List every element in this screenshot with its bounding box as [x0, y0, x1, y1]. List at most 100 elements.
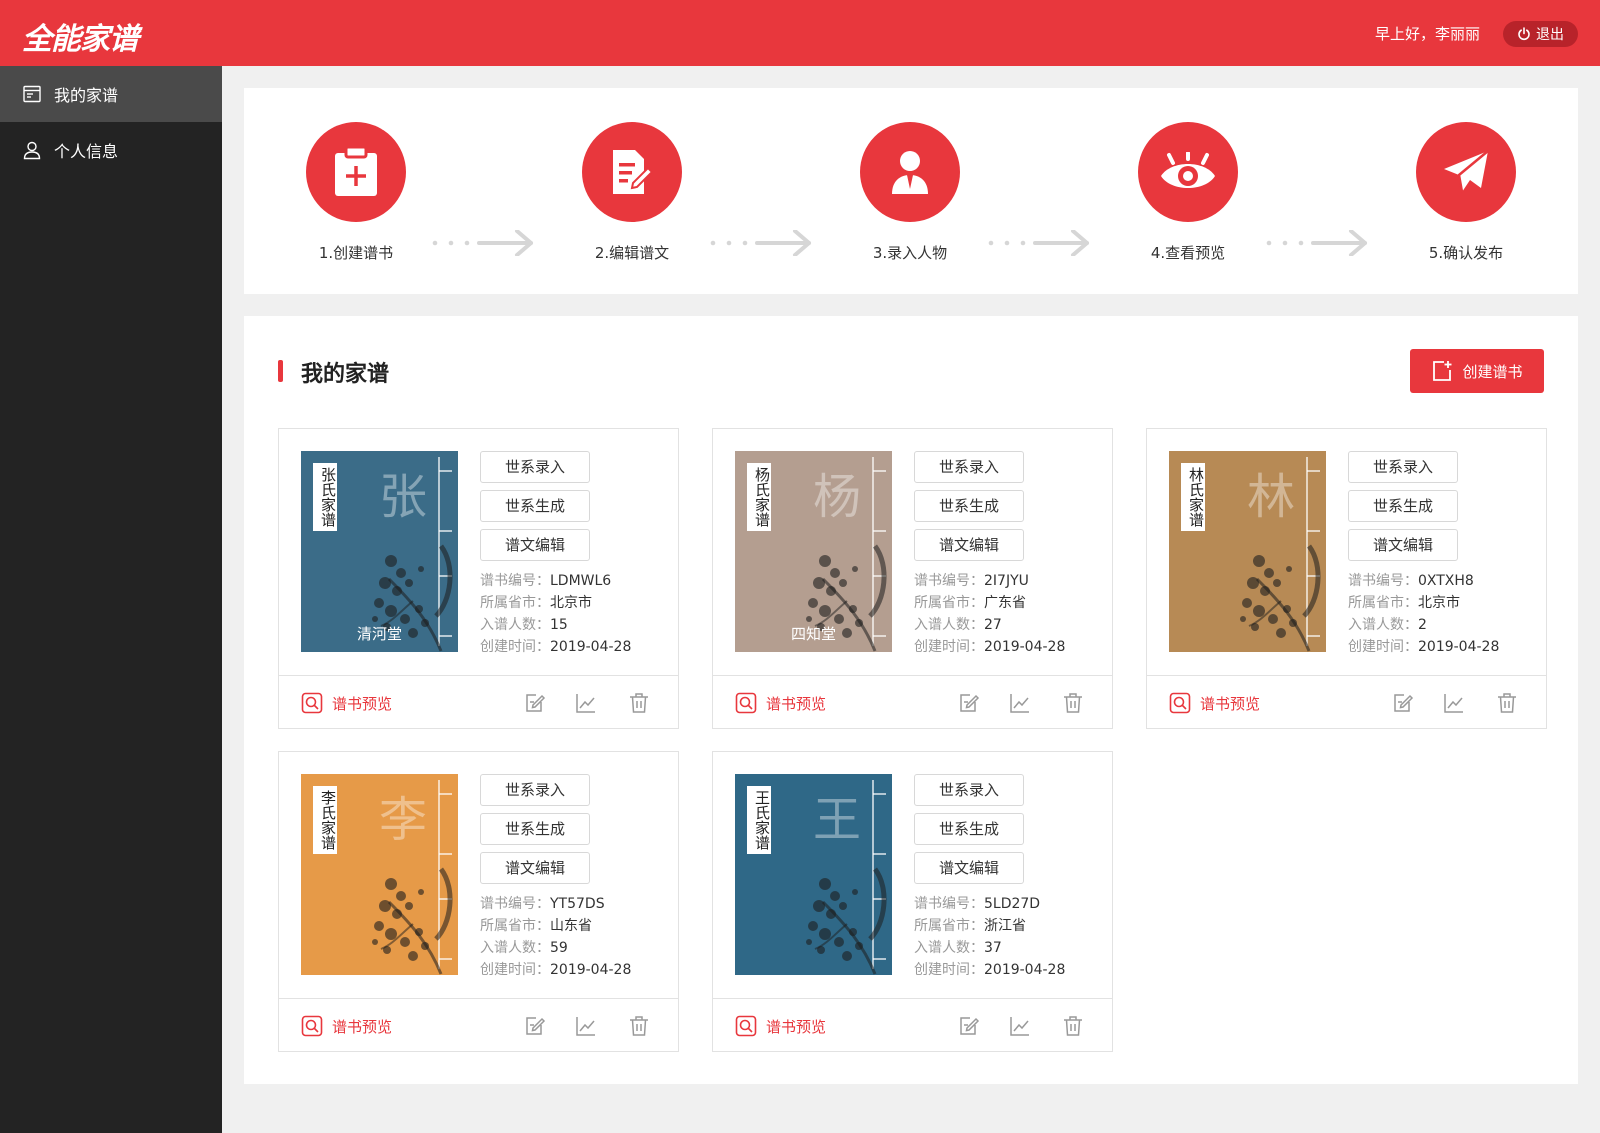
chart-icon[interactable]: [1443, 692, 1465, 714]
book-card: 杨氏家谱杨四知堂 世系录入 世系生成 谱文编辑 谱书编号：2I7JYU 所属省市：广东省入…: [712, 428, 1113, 729]
trash-icon[interactable]: [628, 1015, 650, 1037]
book-card: 林氏家谱林世系录入世系生成谱文编辑谱书编号：0XTXH8 所属省市：北京市入谱人数…: [1146, 428, 1547, 729]
info-count-row: 入谱人数：59: [480, 937, 631, 959]
book-preview-link[interactable]: 谱书预览: [735, 692, 826, 714]
info-label: 入谱人数：: [480, 940, 550, 956]
info-label: 所属省市：: [914, 595, 984, 611]
info-count-row: 入谱人数：2: [1348, 614, 1499, 636]
trash-icon[interactable]: [1062, 1015, 1084, 1037]
step-view-preview[interactable]: 4.查看预览: [1133, 122, 1243, 263]
lineage-entry-button[interactable]: 世系录入: [480, 774, 590, 806]
info-code-row: 谱书编号：2I7JYU: [914, 570, 1065, 592]
lineage-generate-button[interactable]: 世系生成: [1348, 490, 1458, 522]
step-create-book[interactable]: 1.创建谱书: [301, 122, 411, 263]
edit-icon[interactable]: [524, 1015, 546, 1037]
logout-button[interactable]: 退出: [1503, 21, 1578, 47]
card-action-buttons: 世系录入世系生成谱文编辑: [1348, 451, 1458, 568]
chart-icon[interactable]: [575, 692, 597, 714]
book-cover[interactable]: 杨氏家谱 杨四知堂: [735, 451, 892, 652]
step-confirm-publish[interactable]: 5.确认发布: [1411, 122, 1521, 263]
book-cover[interactable]: 林氏家谱 林: [1169, 451, 1326, 652]
info-label: 谱书编号：: [480, 896, 550, 912]
card-action-buttons: 世系录入世系生成谱文编辑: [914, 774, 1024, 891]
preview-label: 谱书预览: [766, 1017, 827, 1036]
cover-title-tag: 张氏家谱: [313, 463, 337, 531]
text-edit-button[interactable]: 谱文编辑: [480, 529, 590, 561]
book-preview-link[interactable]: 谱书预览: [301, 692, 392, 714]
info-code-row: 谱书编号：5LD27D: [914, 893, 1065, 915]
step-enter-people[interactable]: 3.录入人物: [855, 122, 965, 263]
text-edit-button[interactable]: 谱文编辑: [914, 852, 1024, 884]
edit-icon[interactable]: [958, 1015, 980, 1037]
trash-icon[interactable]: [1062, 692, 1084, 714]
card-action-buttons: 世系录入世系生成谱文编辑: [480, 451, 590, 568]
step-edit-text[interactable]: 2.编辑谱文: [577, 122, 687, 263]
info-label: 所属省市：: [1348, 595, 1418, 611]
info-label: 入谱人数：: [914, 617, 984, 633]
book-card: 张氏家谱张清河堂 世系录入世系生成谱文编辑谱书编号：LDMWL6 所属省市：北京市入…: [278, 428, 679, 729]
edit-icon[interactable]: [958, 692, 980, 714]
lineage-generate-button[interactable]: 世系生成: [914, 490, 1024, 522]
app-logo[interactable]: 全能家谱: [22, 14, 139, 58]
create-book-button[interactable]: 创建谱书: [1410, 349, 1544, 393]
sidebar-item-my-genealogy[interactable]: 我的家谱: [0, 66, 222, 122]
trash-icon[interactable]: [1496, 692, 1518, 714]
preview-search-icon: [1169, 692, 1191, 714]
text-edit-button[interactable]: 谱文编辑: [480, 852, 590, 884]
step-arrow-icon: [432, 230, 533, 256]
book-province: 广东省: [984, 595, 1026, 611]
book-code: 2I7JYU: [984, 573, 1029, 589]
cover-title-tag: 杨氏家谱: [747, 463, 771, 531]
info-label: 谱书编号：: [1348, 573, 1418, 589]
step-label: 5.确认发布: [1428, 244, 1504, 262]
edit-icon[interactable]: [524, 692, 546, 714]
book-created-date: 2019-04-28: [984, 962, 1066, 978]
book-info: 谱书编号：5LD27D 所属省市：浙江省 入谱人数：37 创建时间：2019-04-2…: [914, 893, 1065, 981]
book-cover[interactable]: 张氏家谱 张清河堂: [301, 451, 458, 652]
step-arrow-icon: [988, 230, 1089, 256]
cover-hall-name: 清河堂: [356, 625, 402, 643]
lineage-entry-button[interactable]: 世系录入: [480, 451, 590, 483]
cover-title-tag: 李氏家谱: [313, 786, 337, 854]
book-code: 0XTXH8: [1418, 573, 1474, 589]
info-label: 谱书编号：: [914, 573, 984, 589]
lineage-entry-button[interactable]: 世系录入: [914, 774, 1024, 806]
step-label: 2.编辑谱文: [594, 244, 670, 262]
chart-icon[interactable]: [1009, 1015, 1031, 1037]
lineage-generate-button[interactable]: 世系生成: [480, 490, 590, 522]
sidebar-item-personal-info[interactable]: 个人信息: [0, 122, 222, 178]
book-member-count: 2: [1418, 617, 1427, 633]
lineage-generate-button[interactable]: 世系生成: [914, 813, 1024, 845]
book-code: YT57DS: [550, 896, 605, 912]
book-preview-link[interactable]: 谱书预览: [301, 1015, 392, 1037]
book-cover[interactable]: 王氏家谱 王: [735, 774, 892, 975]
sidebar: 我的家谱 个人信息: [0, 66, 222, 1133]
trash-icon[interactable]: [628, 692, 650, 714]
my-genealogy-panel: 我的家谱 创建谱书 张氏家谱张清河堂 世系录入 世系生成 谱文编辑 谱书编号：LDMWL…: [244, 316, 1578, 1084]
lineage-entry-button[interactable]: 世系录入: [914, 451, 1024, 483]
book-info: 谱书编号：0XTXH8 所属省市：北京市 入谱人数：2 创建时间：2019-04-28: [1348, 570, 1499, 658]
book-preview-link[interactable]: 谱书预览: [735, 1015, 826, 1037]
step-label: 4.查看预览: [1150, 244, 1226, 262]
preview-label: 谱书预览: [332, 1017, 393, 1036]
chart-icon[interactable]: [1009, 692, 1031, 714]
text-edit-button[interactable]: 谱文编辑: [914, 529, 1024, 561]
person-icon: [892, 151, 928, 194]
card-footer: 谱书预览: [713, 675, 1112, 729]
book-info: 谱书编号：LDMWL6 所属省市：北京市 入谱人数：15 创建时间：2019-04-2…: [480, 570, 631, 658]
text-edit-button[interactable]: 谱文编辑: [1348, 529, 1458, 561]
card-action-buttons: 世系录入世系生成谱文编辑: [480, 774, 590, 891]
edit-icon[interactable]: [1392, 692, 1414, 714]
lineage-generate-button[interactable]: 世系生成: [480, 813, 590, 845]
book-cover[interactable]: 李氏家谱 李: [301, 774, 458, 975]
info-created-row: 创建时间：2019-04-28: [914, 636, 1065, 658]
book-preview-link[interactable]: 谱书预览: [1169, 692, 1260, 714]
preview-search-icon: [301, 1015, 323, 1037]
info-created-row: 创建时间：2019-04-28: [480, 636, 631, 658]
chart-icon[interactable]: [575, 1015, 597, 1037]
cover-hall-name: 四知堂: [790, 625, 836, 643]
book-province: 北京市: [1418, 595, 1460, 611]
card-footer: 谱书预览: [713, 998, 1112, 1052]
lineage-entry-button[interactable]: 世系录入: [1348, 451, 1458, 483]
step-label: 3.录入人物: [872, 244, 948, 262]
